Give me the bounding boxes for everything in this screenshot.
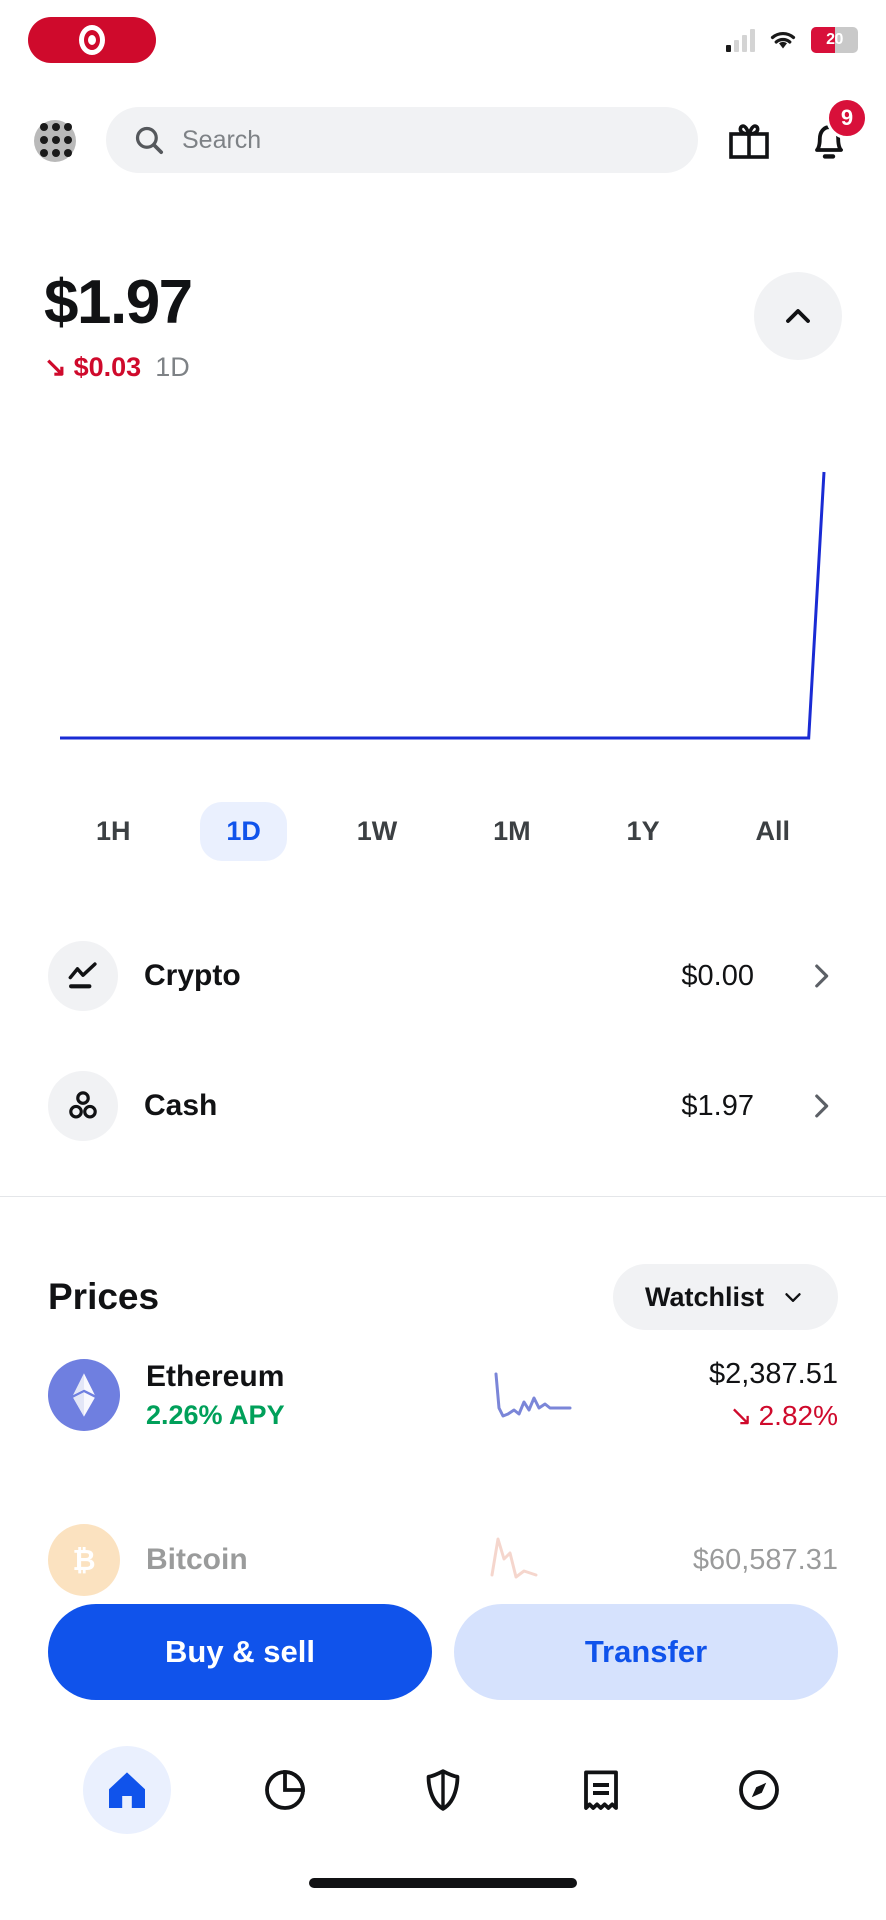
watchlist-dropdown[interactable]: Watchlist bbox=[612, 1264, 838, 1330]
ethereum-logo bbox=[48, 1359, 120, 1431]
watchlist-label: Watchlist bbox=[644, 1281, 764, 1312]
app-screen: 20 Search 9 $1.97 ↘ $0.03 1D 1H 1D 1W 1M… bbox=[0, 0, 886, 1920]
nav-explore[interactable] bbox=[715, 1746, 803, 1834]
gift-button[interactable] bbox=[720, 111, 778, 169]
time-range-selector: 1H 1D 1W 1M 1Y All bbox=[0, 790, 886, 872]
account-value-cash: $1.97 bbox=[681, 1089, 754, 1122]
collapse-button[interactable] bbox=[754, 272, 842, 360]
range-1y[interactable]: 1Y bbox=[601, 802, 686, 861]
transfer-button[interactable]: Transfer bbox=[454, 1604, 838, 1700]
range-1d[interactable]: 1D bbox=[200, 801, 287, 861]
nav-card[interactable] bbox=[399, 1746, 487, 1834]
change-arrow-icon: ↘ bbox=[44, 352, 67, 382]
coin-change-ethereum: ↘ 2.82% bbox=[709, 1399, 838, 1432]
three-circles-icon bbox=[48, 1071, 118, 1141]
range-1h[interactable]: 1H bbox=[70, 802, 157, 861]
app-grid-icon[interactable] bbox=[28, 112, 84, 168]
coin-name-ethereum: Ethereum bbox=[146, 1359, 285, 1393]
account-value-crypto: $0.00 bbox=[681, 959, 754, 992]
coin-price-ethereum: $2,387.51 bbox=[708, 1358, 838, 1390]
app-header: Search 9 bbox=[0, 97, 886, 182]
section-divider bbox=[0, 1196, 886, 1197]
search-icon bbox=[135, 126, 164, 155]
search-input[interactable]: Search bbox=[106, 107, 698, 173]
coin-row-bitcoin[interactable]: ₿ Bitcoin $60,587.31 bbox=[0, 1505, 886, 1615]
home-icon bbox=[109, 1772, 145, 1808]
balance-change: ↘ $0.03 bbox=[44, 352, 141, 383]
coin-row-ethereum[interactable]: Ethereum 2.26% APY $2,387.51 ↘ 2.82% bbox=[0, 1340, 886, 1450]
svg-text:₿: ₿ bbox=[72, 1545, 95, 1577]
balance-amount: $1.97 bbox=[44, 268, 193, 337]
search-placeholder: Search bbox=[182, 125, 262, 154]
action-buttons: Buy & sell Transfer bbox=[0, 1604, 886, 1700]
range-1w[interactable]: 1W bbox=[331, 802, 424, 861]
chevron-right-icon bbox=[804, 959, 838, 993]
system-icons: 20 bbox=[726, 27, 858, 53]
page-title: Prices bbox=[48, 1276, 160, 1317]
account-row-cash[interactable]: Cash $1.97 bbox=[0, 1058, 886, 1154]
buy-sell-button[interactable]: Buy & sell bbox=[48, 1604, 432, 1700]
record-icon bbox=[28, 17, 156, 63]
receipt-icon bbox=[584, 1770, 618, 1810]
notifications-button[interactable]: 9 bbox=[800, 97, 868, 169]
sparkline-bitcoin bbox=[396, 1529, 693, 1591]
chevron-down-icon bbox=[785, 1293, 801, 1302]
compass-icon bbox=[739, 1770, 779, 1810]
nav-activity[interactable] bbox=[557, 1746, 645, 1834]
sparkline-ethereum bbox=[396, 1364, 709, 1426]
coin-price-bitcoin: $60,587.31 bbox=[692, 1543, 838, 1576]
shield-icon bbox=[426, 1769, 460, 1811]
account-row-crypto[interactable]: Crypto $0.00 bbox=[0, 928, 886, 1024]
coin-change-value: 2.82% bbox=[758, 1399, 838, 1431]
nav-home[interactable] bbox=[83, 1746, 171, 1834]
prices-header: Prices Watchlist bbox=[0, 1258, 886, 1336]
bottom-navigation bbox=[0, 1730, 886, 1850]
nav-investing[interactable] bbox=[241, 1746, 329, 1834]
home-indicator bbox=[309, 1878, 577, 1888]
chevron-right-icon bbox=[804, 1089, 838, 1123]
status-bar: 20 bbox=[0, 0, 886, 80]
battery-icon: 20 bbox=[811, 27, 858, 53]
account-name-cash: Cash bbox=[144, 1089, 218, 1122]
cellular-signal-icon bbox=[726, 28, 755, 52]
coin-name-bitcoin: Bitcoin bbox=[146, 1543, 248, 1576]
change-amount: $0.03 bbox=[73, 352, 142, 382]
wifi-icon bbox=[770, 32, 796, 49]
notification-badge: 9 bbox=[826, 97, 868, 139]
range-all[interactable]: All bbox=[729, 802, 816, 861]
chart-line bbox=[60, 471, 826, 740]
chevron-up-icon bbox=[786, 309, 810, 323]
balance-chart[interactable] bbox=[0, 460, 886, 760]
change-arrow-icon: ↘ bbox=[729, 1400, 753, 1431]
balance-section: $1.97 ↘ $0.03 1D bbox=[0, 272, 886, 383]
coin-apy-ethereum: 2.26% APY bbox=[146, 1399, 285, 1430]
bitcoin-logo: ₿ bbox=[48, 1524, 120, 1596]
balance-period: 1D bbox=[155, 352, 190, 382]
gift-icon bbox=[729, 124, 769, 159]
account-name-crypto: Crypto bbox=[144, 959, 241, 992]
line-chart-icon bbox=[48, 941, 118, 1011]
range-1m[interactable]: 1M bbox=[467, 802, 557, 861]
pie-chart-icon bbox=[265, 1770, 305, 1810]
